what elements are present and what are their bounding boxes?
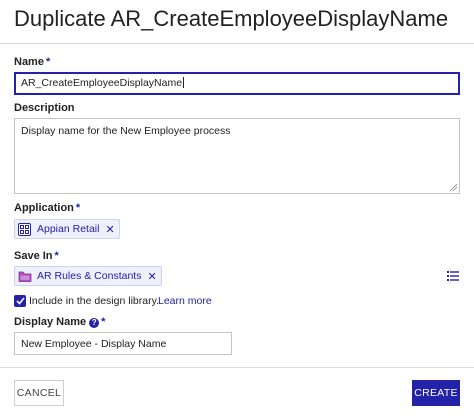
resize-handle-icon[interactable] (449, 183, 457, 191)
required-mark: * (54, 250, 59, 262)
folder-icon (17, 269, 32, 284)
remove-application-icon[interactable]: ✕ (105, 223, 114, 236)
design-library-checkbox[interactable] (14, 295, 26, 307)
create-button[interactable]: CREATE (412, 380, 460, 406)
design-library-label: Include in the design library. (29, 295, 159, 307)
name-input-value: AR_CreateEmployeeDisplayName (21, 77, 183, 89)
application-label: Application * (14, 202, 80, 214)
text-caret (183, 77, 185, 88)
learn-more-link[interactable]: Learn more (158, 295, 212, 307)
header-divider (0, 43, 474, 44)
cancel-button[interactable]: CANCEL (14, 380, 64, 406)
display-name-value: New Employee - Display Name (21, 338, 167, 350)
name-label-text: Name (14, 56, 44, 68)
required-mark: * (101, 316, 106, 328)
save-in-chip-label: AR Rules & Constants (37, 270, 142, 282)
checkmark-icon (15, 297, 25, 305)
save-in-chip: AR Rules & Constants ✕ (14, 266, 162, 286)
footer-divider (0, 367, 474, 368)
dialog-title: Duplicate AR_CreateEmployeeDisplayName (14, 6, 449, 31)
name-input[interactable]: AR_CreateEmployeeDisplayName (14, 72, 460, 95)
description-value: Display name for the New Employee proces… (21, 125, 231, 137)
display-name-label: Display Name? * (14, 316, 105, 328)
name-label: Name * (14, 56, 50, 68)
display-name-label-text: Display Name (14, 316, 87, 328)
help-icon[interactable]: ? (89, 317, 100, 328)
save-in-label: Save In * (14, 250, 59, 262)
required-mark: * (45, 56, 51, 68)
required-mark: * (75, 202, 81, 214)
description-textarea[interactable]: Display name for the New Employee proces… (14, 118, 460, 194)
list-icon[interactable] (447, 271, 459, 281)
application-chip-label: Appian Retail (37, 223, 100, 235)
application-icon (17, 222, 32, 237)
display-name-input[interactable]: New Employee - Display Name (14, 332, 232, 355)
description-label: Description (14, 102, 75, 114)
description-label-text: Description (14, 102, 75, 114)
remove-folder-icon[interactable]: ✕ (147, 270, 156, 283)
application-label-text: Application (14, 202, 74, 214)
application-chip: Appian Retail ✕ (14, 219, 120, 239)
save-in-label-text: Save In (14, 250, 53, 262)
